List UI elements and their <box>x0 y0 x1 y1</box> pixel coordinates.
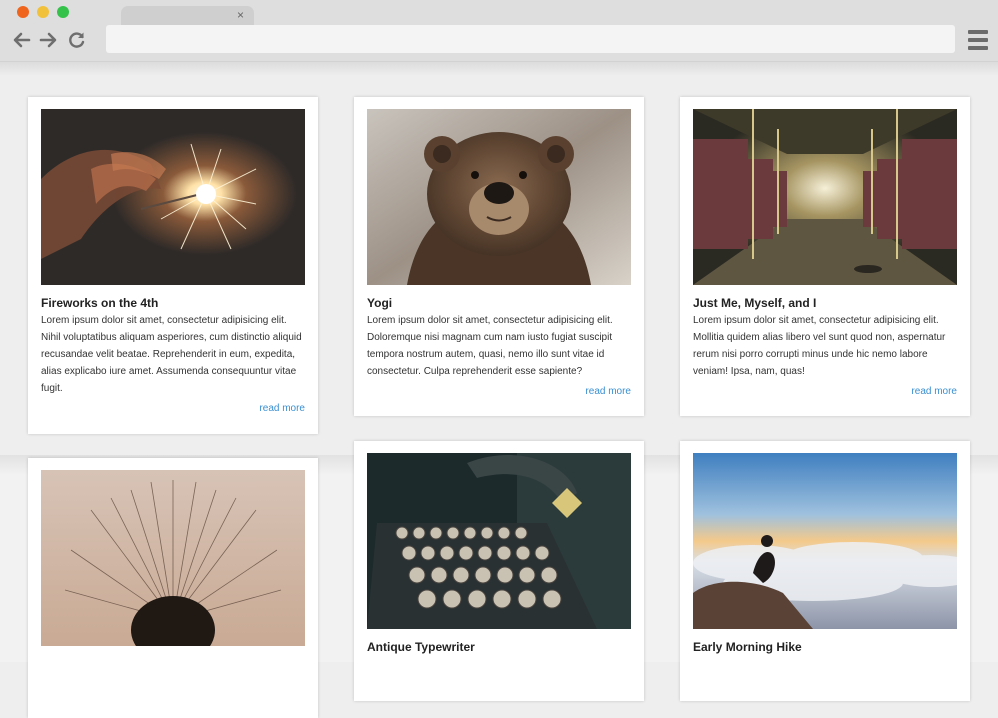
card-title: Fireworks on the 4th <box>41 296 159 310</box>
card-image-sparkler[interactable] <box>41 109 305 285</box>
bear-photo <box>367 109 631 285</box>
back-arrow-icon <box>13 32 31 48</box>
train-interior-photo <box>693 109 957 285</box>
window-maximize-button[interactable] <box>57 6 69 18</box>
card-title: Early Morning Hike <box>693 640 802 654</box>
read-more-link[interactable]: read more <box>41 402 305 416</box>
dandelion-photo <box>41 470 305 646</box>
card-image-hike[interactable] <box>693 453 957 629</box>
window-close-button[interactable] <box>17 6 29 18</box>
card-typewriter: Antique Typewriter <box>354 441 644 701</box>
menu-bar-line <box>968 38 988 42</box>
reload-button[interactable] <box>67 30 87 50</box>
menu-bar-line <box>968 46 988 50</box>
reload-icon <box>69 32 85 48</box>
hamburger-menu-icon[interactable] <box>968 30 988 50</box>
card-title: Yogi <box>367 296 393 310</box>
read-more-link[interactable]: read more <box>693 385 957 399</box>
card-image-bear[interactable] <box>367 109 631 285</box>
browser-tab[interactable]: × <box>121 6 254 26</box>
card-dandelion <box>28 458 318 718</box>
close-icon[interactable]: × <box>237 7 244 23</box>
hike-photo <box>693 453 957 629</box>
toolbar-shadow <box>0 62 998 76</box>
menu-bar-line <box>968 30 988 34</box>
address-bar[interactable] <box>106 25 955 53</box>
card-image-dandelion[interactable] <box>41 470 305 646</box>
card-just-me: Just Me, Myself, and I Lorem ipsum dolor… <box>680 97 970 416</box>
forward-arrow-icon <box>39 32 57 48</box>
card-text: Lorem ipsum dolor sit amet, consectetur … <box>41 315 302 394</box>
back-button[interactable] <box>12 30 32 50</box>
card-yogi: Yogi Lorem ipsum dolor sit amet, consect… <box>354 97 644 416</box>
card-image-typewriter[interactable] <box>367 453 631 629</box>
card-title: Antique Typewriter <box>367 640 475 654</box>
typewriter-photo <box>367 453 631 629</box>
card-image-train[interactable] <box>693 109 957 285</box>
browser-toolbar: × <box>0 0 998 62</box>
card-title: Just Me, Myself, and I <box>693 296 817 310</box>
read-more-link[interactable]: read more <box>367 385 631 399</box>
sparkler-photo <box>41 109 305 285</box>
card-fireworks: Fireworks on the 4th Lorem ipsum dolor s… <box>28 97 318 434</box>
card-text: Lorem ipsum dolor sit amet, consectetur … <box>367 315 613 377</box>
card-text: Lorem ipsum dolor sit amet, consectetur … <box>693 315 946 377</box>
window-minimize-button[interactable] <box>37 6 49 18</box>
forward-button[interactable] <box>38 30 58 50</box>
card-hike: Early Morning Hike <box>680 441 970 701</box>
